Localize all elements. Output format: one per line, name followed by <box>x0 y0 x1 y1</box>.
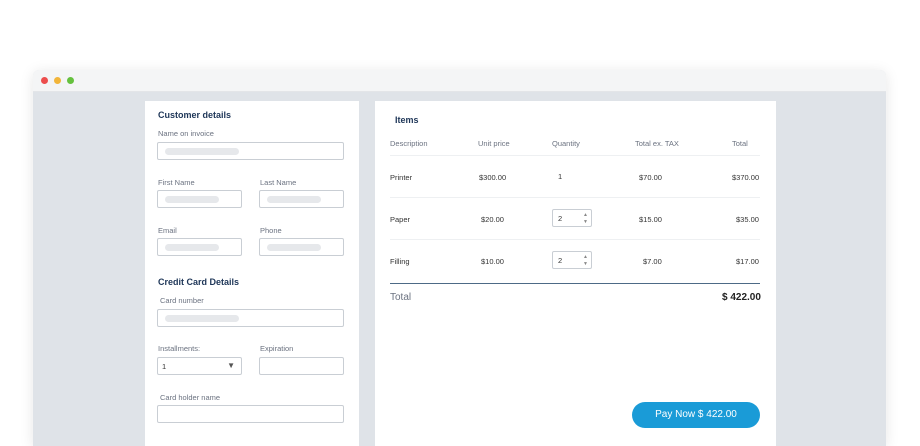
col-total-ex-tax: Total ex. TAX <box>635 139 679 148</box>
customer-details-heading: Customer details <box>158 110 232 120</box>
item-total-ex-tax: $7.00 <box>643 257 662 266</box>
col-total: Total <box>732 139 748 148</box>
placeholder-bar <box>267 196 321 203</box>
first-name-input[interactable] <box>157 190 242 208</box>
card-holder-label: Card holder name <box>160 393 221 402</box>
email-input[interactable] <box>157 238 242 256</box>
card-number-input[interactable] <box>157 309 344 327</box>
quantity-stepper[interactable]: 2 ▲ ▼ <box>552 209 592 227</box>
items-panel: Items Description Unit price Quantity To… <box>375 101 776 446</box>
customer-form-panel: Customer details Name on invoice First N… <box>145 101 359 446</box>
installments-value: 1 <box>162 362 167 371</box>
col-unit-price: Unit price <box>478 139 510 148</box>
item-unit-price: $10.00 <box>481 257 504 266</box>
installments-select[interactable]: 1 ▼ <box>157 357 242 375</box>
stepper-down-icon[interactable]: ▼ <box>583 261 588 267</box>
credit-card-heading: Credit Card Details <box>158 277 240 287</box>
divider <box>390 239 760 240</box>
item-description: Filling <box>390 257 410 266</box>
placeholder-bar <box>165 315 239 322</box>
name-on-invoice-input[interactable] <box>157 142 344 160</box>
card-holder-input[interactable] <box>157 405 344 423</box>
expiration-label: Expiration <box>260 344 294 353</box>
installments-label: Installments: <box>158 344 201 353</box>
expiration-input[interactable] <box>259 357 344 375</box>
phone-input[interactable] <box>259 238 344 256</box>
item-total: $370.00 <box>732 173 760 182</box>
placeholder-bar <box>165 196 219 203</box>
item-total: $17.00 <box>736 257 759 266</box>
divider <box>390 197 760 198</box>
stepper-up-icon[interactable]: ▲ <box>583 212 588 218</box>
first-name-label: First Name <box>158 178 195 187</box>
item-quantity: 1 <box>558 172 563 181</box>
stepper-up-icon[interactable]: ▲ <box>583 254 588 260</box>
item-description: Printer <box>390 173 413 182</box>
total-divider <box>390 283 760 284</box>
window-titlebar <box>33 70 886 92</box>
item-description: Paper <box>390 215 411 224</box>
item-unit-price: $20.00 <box>481 215 504 224</box>
stepper-down-icon[interactable]: ▼ <box>583 219 588 225</box>
item-total: $35.00 <box>736 215 759 224</box>
item-unit-price: $300.00 <box>479 173 507 182</box>
placeholder-bar <box>165 244 219 251</box>
items-heading: Items <box>395 115 419 125</box>
stepper-value: 2 <box>558 256 563 265</box>
total-value: $ 422.00 <box>722 292 761 303</box>
col-quantity: Quantity <box>552 139 580 148</box>
name-on-invoice-label: Name on invoice <box>158 129 214 138</box>
item-total-ex-tax: $15.00 <box>639 215 662 224</box>
stepper-value: 2 <box>558 214 563 223</box>
dropdown-arrow-icon: ▼ <box>227 361 235 370</box>
divider <box>390 155 760 156</box>
quantity-stepper[interactable]: 2 ▲ ▼ <box>552 251 592 269</box>
phone-label: Phone <box>260 226 282 235</box>
pay-now-button[interactable]: Pay Now $ 422.00 <box>632 402 760 428</box>
maximize-dot-icon[interactable] <box>67 77 74 84</box>
card-number-label: Card number <box>160 296 204 305</box>
placeholder-bar <box>267 244 321 251</box>
last-name-input[interactable] <box>259 190 344 208</box>
item-total-ex-tax: $70.00 <box>639 173 662 182</box>
placeholder-bar <box>165 148 239 155</box>
browser-window: Customer details Name on invoice First N… <box>33 70 886 446</box>
close-dot-icon[interactable] <box>41 77 48 84</box>
last-name-label: Last Name <box>260 178 297 187</box>
minimize-dot-icon[interactable] <box>54 77 61 84</box>
total-label: Total <box>390 292 412 303</box>
email-label: Email <box>158 226 177 235</box>
col-description: Description <box>390 139 428 148</box>
